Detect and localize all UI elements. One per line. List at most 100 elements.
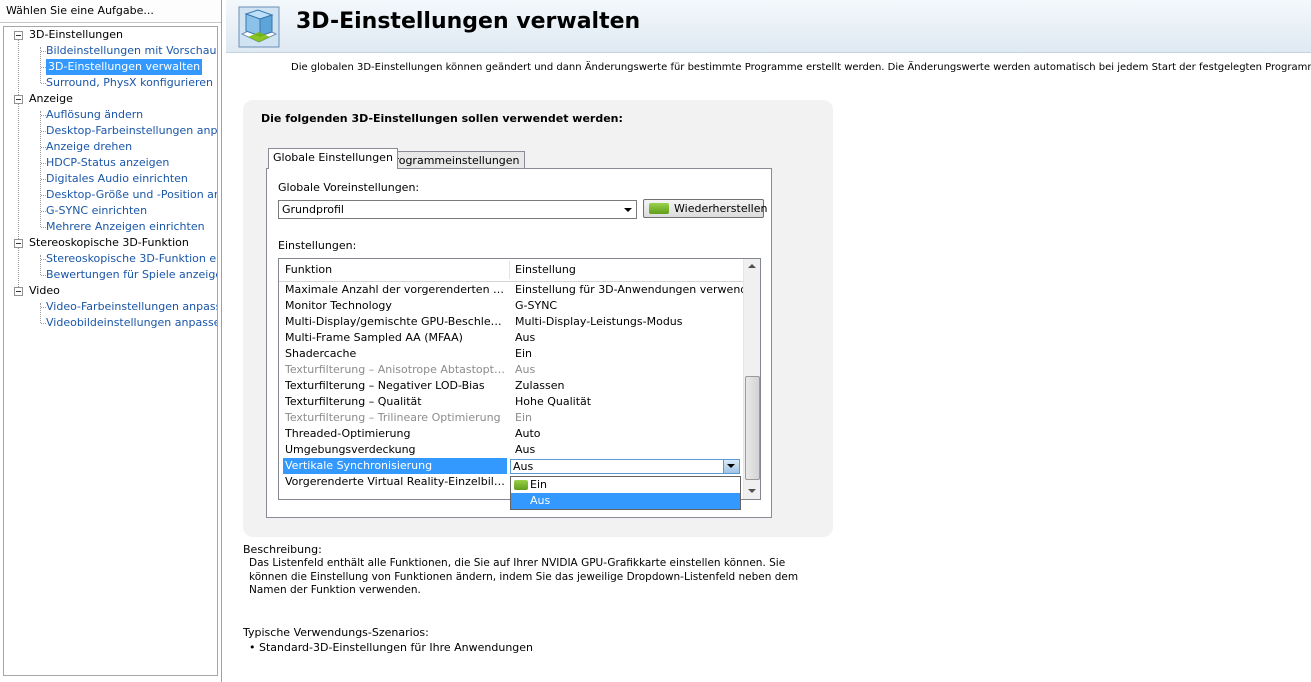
vsync-dropdown-list[interactable]: Ein Aus [510,476,741,510]
tree-item-gsync[interactable]: G-SYNC einrichten [46,203,147,219]
3d-cube-icon [238,6,280,48]
settings-list[interactable]: Funktion Einstellung Maximale Anzahl der… [278,258,761,500]
table-row[interactable]: Monitor Technology G-SYNC [279,298,743,314]
collapse-icon[interactable] [14,95,23,104]
tree-item-video-color[interactable]: Video-Farbeinstellungen anpassen [46,299,217,315]
tree-item-resolution[interactable]: Auflösung ändern [46,107,143,123]
scroll-down-icon[interactable] [748,489,756,493]
tree-item-digital-audio[interactable]: Digitales Audio einrichten [46,171,188,187]
table-row[interactable]: Multi-Frame Sampled AA (MFAA) Aus [279,330,743,346]
scroll-thumb[interactable] [745,376,760,480]
tree-item-video-image[interactable]: Videobildeinstellungen anpassen [46,315,217,331]
vsync-setting-value: Aus [513,460,534,473]
scenario-text: Standard-3D-Einstellungen für Ihre Anwen… [259,641,534,654]
settings-label: Einstellungen: [278,239,357,252]
row-function: Texturfilterung – Anisotrope Abtastoptim… [285,363,507,376]
row-function: Vorgerenderte Virtual Reality-Einzelbild… [285,475,507,488]
page-header: 3D-Einstellungen verwalten [226,0,1311,53]
row-function: Texturfilterung – Negativer LOD-Bias [285,379,485,392]
tree-item-game-ratings[interactable]: Bewertungen für Spiele anzeigen [46,267,217,283]
table-row[interactable]: Shadercache Ein [279,346,743,362]
dropdown-option-on[interactable]: Ein [511,477,740,493]
tree-item-manage-3d[interactable]: 3D-Einstellungen verwalten [46,59,203,75]
restore-button-label: Wiederherstellen [674,202,768,215]
nvidia-icon [649,203,669,214]
page-title: 3D-Einstellungen verwalten [296,9,641,34]
row-function: Threaded-Optimierung [285,427,411,440]
tree-category-video[interactable]: Video [29,283,60,299]
tab-content: Globale Voreinstellungen: Grundprofil Wi… [266,168,772,518]
tree-line [40,255,41,275]
column-header-setting[interactable]: Einstellung [515,259,576,281]
table-row[interactable]: Texturfilterung – Qualität Hohe Qualität [279,394,743,410]
dropdown-option-label: Ein [530,478,547,491]
preset-label: Globale Voreinstellungen: [278,181,420,194]
intro-text: Die globalen 3D-Einstellungen können geä… [291,62,1311,73]
row-function: Texturfilterung – Trilineare Optimierung [285,411,501,424]
row-function: Shadercache [285,347,357,360]
preset-select[interactable]: Grundprofil [278,200,637,219]
vsync-setting-select[interactable]: Aus [510,459,740,474]
tree-line [40,111,41,227]
description-text: Das Listenfeld enthält alle Funktionen, … [249,557,799,596]
nvidia-icon [514,480,528,490]
row-function: Maximale Anzahl der vorgerenderten Einze… [285,283,507,296]
collapse-icon[interactable] [14,287,23,296]
row-setting: Zulassen [515,379,565,392]
tree-item-image-preview[interactable]: Bildeinstellungen mit Vorschau anpas [46,43,217,59]
tree-item-rotate[interactable]: Anzeige drehen [46,139,132,155]
table-row[interactable]: Umgebungsverdeckung Aus [279,442,743,458]
row-function: Vertikale Synchronisierung [283,458,507,474]
row-function: Multi-Frame Sampled AA (MFAA) [285,331,463,344]
bullet-icon: • [249,641,256,654]
table-row[interactable]: Multi-Display/gemischte GPU-Beschleunigu… [279,314,743,330]
task-sidebar: Wählen Sie eine Aufgabe... 3D-Einstellun… [0,0,222,682]
row-setting: Hohe Qualität [515,395,592,408]
tree-line [40,47,41,83]
row-setting: Einstellung für 3D-Anwendungen verwenden [515,283,761,296]
row-function: Monitor Technology [285,299,392,312]
tree-line [40,303,41,323]
preset-value: Grundprofil [282,203,344,216]
tree-item-hdcp[interactable]: HDCP-Status anzeigen [46,155,169,171]
column-divider[interactable] [509,261,510,279]
table-row[interactable]: Threaded-Optimierung Auto [279,426,743,442]
chevron-down-icon [624,208,632,212]
tree-item-multi-display[interactable]: Mehrere Anzeigen einrichten [46,219,205,235]
tree-category-display[interactable]: Anzeige [29,91,73,107]
sidebar-header: Wählen Sie eine Aufgabe... [0,0,221,23]
tree-category-stereo[interactable]: Stereoskopische 3D-Funktion [29,235,189,251]
table-row-disabled: Texturfilterung – Trilineare Optimierung… [279,410,743,426]
tree-item-surround-physx[interactable]: Surround, PhysX konfigurieren [46,75,213,91]
scenario-item: • Standard-3D-Einstellungen für Ihre Anw… [249,641,533,654]
tree-category-3d[interactable]: 3D-Einstellungen [29,27,123,43]
list-header: Funktion Einstellung [279,259,743,282]
dropdown-option-off[interactable]: Aus [511,493,740,509]
table-row[interactable]: Maximale Anzahl der vorgerenderten Einze… [279,282,760,298]
task-tree[interactable]: 3D-Einstellungen Bildeinstellungen mit V… [3,26,218,676]
table-row-selected[interactable]: Vertikale Synchronisierung Aus [279,458,743,474]
tree-item-desktop-color[interactable]: Desktop-Farbeinstellungen anpassen [46,123,217,139]
scroll-up-icon[interactable] [748,264,756,268]
panel-title: Die folgenden 3D-Einstellungen sollen ve… [261,112,623,125]
row-setting: Ein [515,347,532,360]
table-row[interactable]: Texturfilterung – Negativer LOD-Bias Zul… [279,378,743,394]
collapse-icon[interactable] [14,239,23,248]
description-label: Beschreibung: [243,543,322,556]
row-setting: G-SYNC [515,299,558,312]
row-setting: Aus [515,363,536,376]
row-setting: Ein [515,411,532,424]
tab-global-settings[interactable]: Globale Einstellungen [268,148,398,169]
row-setting: Aus [515,331,536,344]
chevron-down-icon[interactable] [723,460,739,473]
vertical-scrollbar[interactable] [743,259,760,499]
row-setting: Aus [515,443,536,456]
row-function: Umgebungsverdeckung [285,443,416,456]
collapse-icon[interactable] [14,31,23,40]
row-function: Multi-Display/gemischte GPU-Beschleunigu… [285,315,507,328]
restore-button[interactable]: Wiederherstellen [643,199,768,218]
tree-item-stereo-setup[interactable]: Stereoskopische 3D-Funktion einrich [46,251,217,267]
column-header-function[interactable]: Funktion [285,259,332,281]
settings-panel: Die folgenden 3D-Einstellungen sollen ve… [243,100,833,537]
tree-item-desktop-size[interactable]: Desktop-Größe und -Position anpass [46,187,217,203]
